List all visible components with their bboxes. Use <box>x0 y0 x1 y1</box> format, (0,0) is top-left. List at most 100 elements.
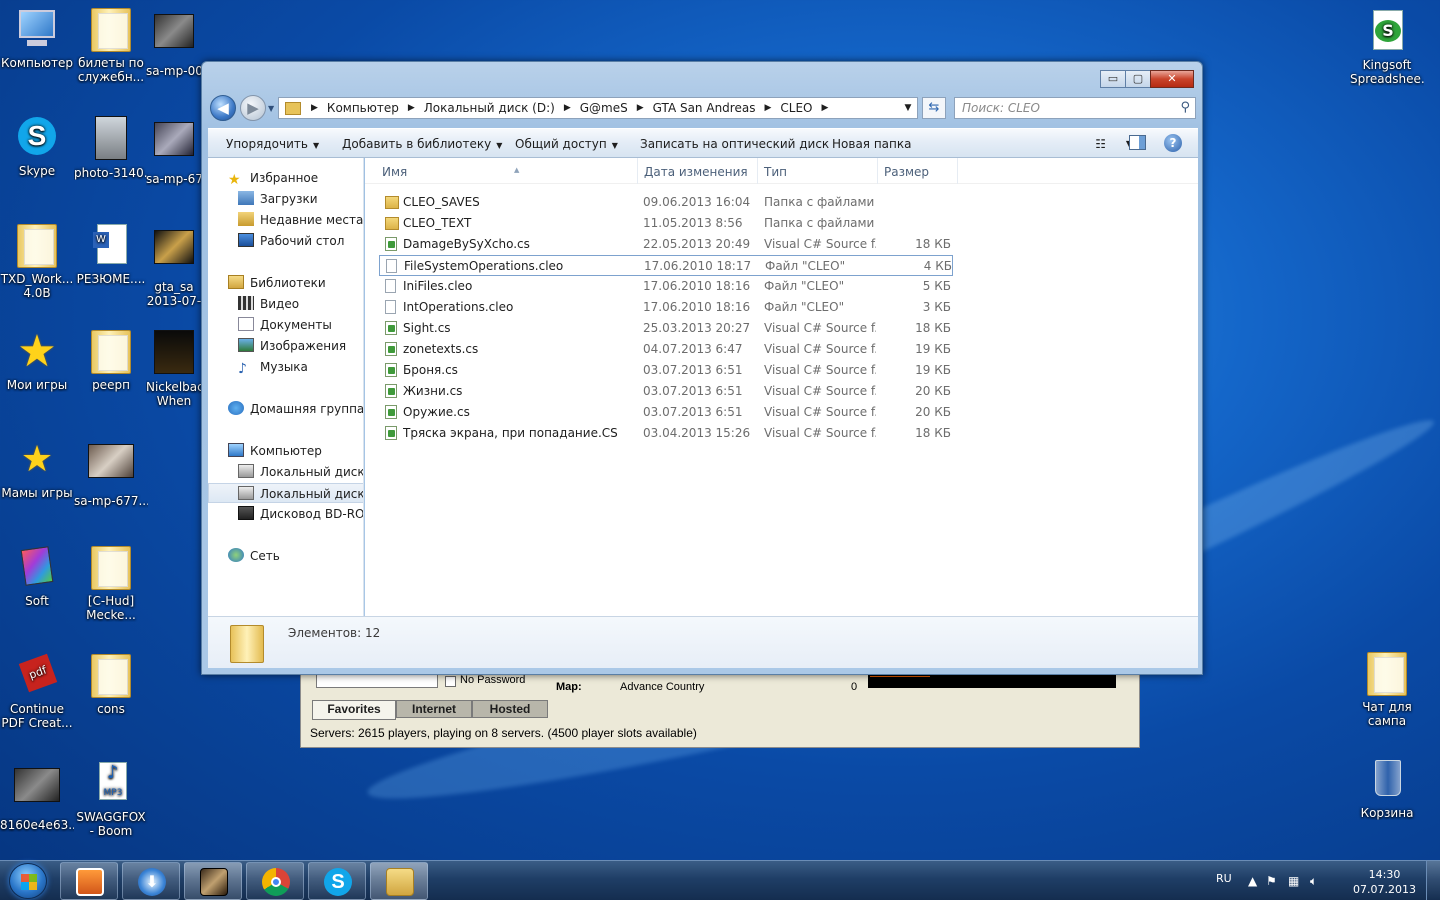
burn-button[interactable]: Записать на оптический диск <box>640 137 829 151</box>
nav-recent[interactable]: Недавние места <box>238 210 363 230</box>
chevron-right-icon[interactable]: ▶ <box>560 103 575 113</box>
file-row[interactable]: Тряска экрана, при попадание.CS 03.04.201… <box>379 423 953 444</box>
desktop-icon-skype[interactable]: S Skype <box>0 114 74 178</box>
maximize-button[interactable]: ▢ <box>1125 70 1151 88</box>
chevron-right-icon[interactable]: ▶ <box>633 103 648 113</box>
desktop-icon-sa-mp-67[interactable]: sa-mp-67... <box>146 114 202 186</box>
desktop-icon-c-hud[interactable]: [C-Hud] Mecke... <box>74 544 148 622</box>
preview-pane-icon[interactable] <box>1129 135 1146 150</box>
breadcrumb-gta-san-andreas[interactable]: GTA San Andreas <box>648 101 761 115</box>
taskbar-gta-sa[interactable] <box>184 862 242 900</box>
nav-desktop[interactable]: Рабочий стол <box>238 231 363 251</box>
column-header-name[interactable]: Имя ▲ <box>376 158 638 184</box>
desktop-icon-kingsoft[interactable]: S Kingsoft Spreadshee... <box>1350 8 1424 86</box>
chevron-right-icon[interactable]: ▶ <box>760 103 775 113</box>
desktop-icon-soft[interactable]: Soft <box>0 544 74 608</box>
address-bar[interactable]: ▶ Компьютер ▶ Локальный диск (D:) ▶ G@me… <box>278 97 918 119</box>
nav-pictures[interactable]: Изображения <box>238 336 363 356</box>
language-indicator[interactable]: RU <box>1216 872 1232 885</box>
samp-tab-favorites[interactable]: Favorites <box>312 700 396 720</box>
file-row[interactable]: CLEO_SAVES 09.06.2013 16:04 Папка с файлам… <box>379 192 953 213</box>
taskbar-media-player[interactable] <box>60 862 118 900</box>
taskbar-chrome[interactable] <box>246 862 304 900</box>
organize-button[interactable]: Упорядочить ▼ <box>226 137 319 151</box>
column-header-size[interactable]: Размер <box>878 158 958 184</box>
desktop-icon-photo[interactable]: photo-3140... <box>74 114 148 180</box>
nav-libraries[interactable]: Библиотеки <box>228 273 363 293</box>
desktop-icon-tickets-folder[interactable]: билеты по служебн... <box>74 6 148 84</box>
nav-downloads[interactable]: Загрузки <box>238 189 363 209</box>
show-hidden-icons-icon[interactable]: ▲ <box>1248 874 1257 888</box>
desktop-icon-sa-mp-00[interactable]: sa-mp-00... <box>146 6 202 78</box>
file-row[interactable]: zonetexts.cs 04.07.2013 6:47 Visual C# Sou… <box>379 339 953 360</box>
column-header-type[interactable]: Тип <box>758 158 878 184</box>
refresh-button[interactable]: ⇆ <box>922 97 946 119</box>
breadcrumb-computer[interactable]: Компьютер <box>322 101 404 115</box>
volume-icon[interactable]: 🔈︎ <box>1310 874 1317 889</box>
add-to-library-button[interactable]: Добавить в библиотеку ▼ <box>342 137 502 151</box>
start-button[interactable] <box>2 861 56 900</box>
back-button[interactable]: ◀ <box>210 95 236 121</box>
desktop-icon-sa-mp-677[interactable]: sa-mp-677... <box>74 436 148 508</box>
samp-no-password-checkbox[interactable] <box>445 676 456 687</box>
desktop-icon-8160e4e63[interactable]: 8160e4e63... <box>0 760 74 832</box>
desktop-icon-txd[interactable]: TXD_Work... 4.0B <box>0 222 74 300</box>
file-row[interactable]: FileSystemOperations.cleo 17.06.2010 18:1… <box>379 255 953 276</box>
taskbar-skype[interactable]: S <box>308 862 366 900</box>
desktop-icon-resume[interactable]: W РЕЗЮМЕ.... <box>74 222 148 286</box>
file-row[interactable]: Броня.cs 03.07.2013 6:51 Visual C# Source … <box>379 360 953 381</box>
file-row[interactable]: Sight.cs 25.03.2013 20:27 Visual C# Source… <box>379 318 953 339</box>
column-header-date[interactable]: Дата изменения <box>638 158 758 184</box>
file-row[interactable]: IntOperations.cleo 17.06.2010 18:16 Файл "… <box>379 297 953 318</box>
nav-music[interactable]: ♪ Музыка <box>238 357 363 377</box>
desktop-icon-cons[interactable]: cons <box>74 652 148 716</box>
nav-disk-c[interactable]: Локальный диск (C:) <box>238 462 363 482</box>
breadcrumb-games[interactable]: G@meS <box>575 101 633 115</box>
desktop-icon-gta-sa[interactable]: gta_sa 2013-07-0... <box>146 222 202 308</box>
desktop-icon-moms-games[interactable]: ★ Мамы игры <box>0 436 74 500</box>
file-row[interactable]: Жизни.cs 03.07.2013 6:51 Visual C# Source … <box>379 381 953 402</box>
close-button[interactable]: ✕ <box>1150 70 1194 88</box>
action-center-flag-icon[interactable]: ⚑ <box>1266 874 1277 888</box>
desktop-icon-reerp[interactable]: реерп <box>74 328 148 392</box>
breadcrumb-disk-d[interactable]: Локальный диск (D:) <box>419 101 560 115</box>
nav-bd-rom[interactable]: Дисковод BD-ROM <box>238 504 363 524</box>
desktop-icon-my-games[interactable]: ★ Мои игры <box>0 328 74 393</box>
nav-computer[interactable]: Компьютер <box>228 441 363 461</box>
desktop-icon-recycle-bin[interactable]: Корзина <box>1350 756 1424 820</box>
samp-tab-hosted[interactable]: Hosted <box>472 700 548 718</box>
file-row[interactable]: Оружие.cs 03.07.2013 6:51 Visual C# Source… <box>379 402 953 423</box>
nav-network[interactable]: Сеть <box>228 546 363 566</box>
taskbar-explorer[interactable] <box>370 862 428 900</box>
search-icon[interactable]: ⚲ <box>1180 98 1190 118</box>
nav-documents[interactable]: Документы <box>238 315 363 335</box>
search-input[interactable]: Поиск: CLEO ⚲ <box>954 97 1196 119</box>
desktop-icon-nickelback[interactable]: Nickelback When We... <box>146 328 202 408</box>
nav-favorites[interactable]: ★ Избранное <box>228 168 363 188</box>
breadcrumb-cleo[interactable]: CLEO <box>775 101 817 115</box>
nav-video[interactable]: Видео <box>238 294 363 314</box>
new-folder-button[interactable]: Новая папка <box>832 137 911 151</box>
help-icon[interactable]: ? <box>1164 134 1182 152</box>
desktop-icon-pdf-creator[interactable]: pdf Continue PDF Creat... <box>0 652 74 730</box>
chevron-right-icon[interactable]: ▶ <box>817 103 832 113</box>
chevron-right-icon[interactable]: ▶ <box>307 103 322 113</box>
file-row[interactable]: DamageBySyXcho.cs 22.05.2013 20:49 Visual … <box>379 234 953 255</box>
nav-disk-d[interactable]: Локальный диск (D:) <box>208 483 363 503</box>
network-icon[interactable]: ▦ <box>1288 874 1299 888</box>
clock[interactable]: 14:30 07.07.2013 <box>1353 867 1416 897</box>
change-view-icon[interactable]: ☷ <box>1095 137 1106 151</box>
desktop-icon-computer[interactable]: Компьютер <box>0 6 74 70</box>
minimize-button[interactable]: ▭ <box>1100 70 1126 88</box>
file-row[interactable]: CLEO_TEXT 11.05.2013 8:56 Папка с файлами <box>379 213 953 234</box>
forward-button[interactable]: ▶ <box>240 95 266 121</box>
file-row[interactable]: IniFiles.cleo 17.06.2010 18:16 Файл "CLEO"… <box>379 276 953 297</box>
chevron-right-icon[interactable]: ▶ <box>404 103 419 113</box>
desktop-icon-swaggfox[interactable]: MP3♪ SWAGGFOX - Boom Boo... <box>74 760 148 838</box>
recent-pages-dropdown-icon[interactable]: ▼ <box>268 104 274 113</box>
desktop-icon-samp-chat[interactable]: Чат для сампа <box>1350 650 1424 728</box>
address-dropdown-icon[interactable]: ▼ <box>899 98 917 118</box>
share-button[interactable]: Общий доступ ▼ <box>515 137 618 151</box>
taskbar-downloader[interactable]: ⬇ <box>122 862 180 900</box>
samp-tab-internet[interactable]: Internet <box>396 700 472 718</box>
